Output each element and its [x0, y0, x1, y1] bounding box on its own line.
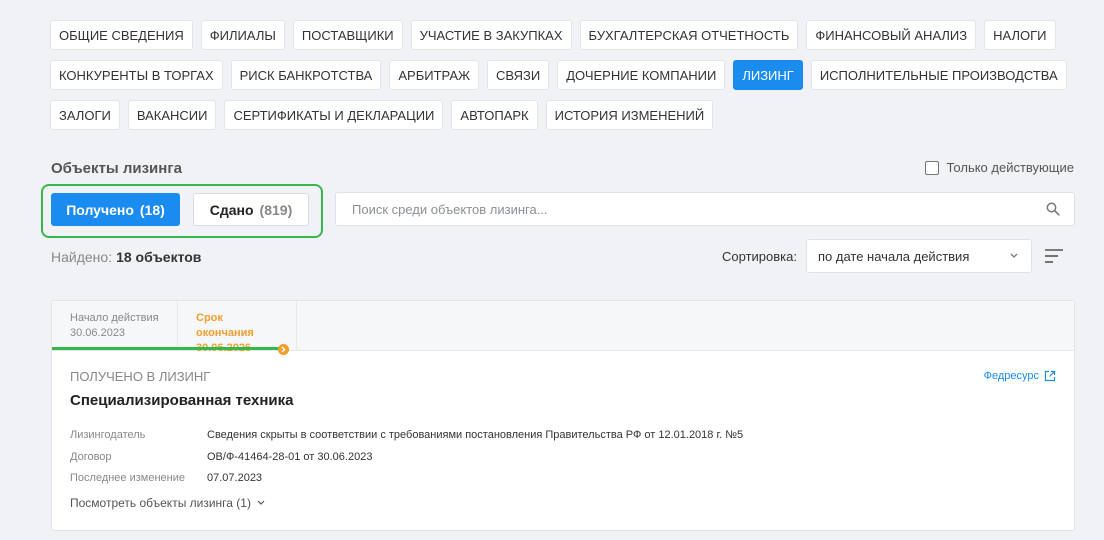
sort-label: Сортировка:	[722, 249, 797, 264]
detail-row: Последнее изменение 07.07.2023	[70, 468, 743, 490]
section-tabs: ОБЩИЕ СВЕДЕНИЯ ФИЛИАЛЫ ПОСТАВЩИКИ УЧАСТИ…	[50, 20, 1067, 140]
tab-procurement[interactable]: УЧАСТИЕ В ЗАКУПКАХ	[410, 20, 572, 50]
given-count: (819)	[259, 201, 293, 218]
card-date-tabs: Начало действия 30.06.2023 Срок окончани…	[52, 301, 1074, 355]
tab-taxes[interactable]: НАЛОГИ	[984, 20, 1056, 50]
tab-enforcement[interactable]: ИСПОЛНИТЕЛЬНЫЕ ПРОИЗВОДСТВА	[810, 60, 1067, 90]
chevron-down-icon	[257, 500, 265, 505]
tab-general[interactable]: ОБЩИЕ СВЕДЕНИЯ	[50, 20, 193, 50]
tab-suppliers[interactable]: ПОСТАВЩИКИ	[292, 20, 403, 50]
section-title: Объекты лизинга	[51, 160, 182, 177]
tab-financial-analysis[interactable]: ФИНАНСОВЫЙ АНАЛИЗ	[806, 20, 977, 50]
tab-bankruptcy-risk[interactable]: РИСК БАНКРОТСТВА	[230, 60, 382, 90]
chevron-down-icon	[1010, 253, 1018, 258]
sort-value: по дате начала действия	[818, 248, 970, 264]
tab-competitors[interactable]: КОНКУРЕНТЫ В ТОРГАХ	[50, 60, 223, 90]
timeline-progress	[52, 347, 282, 350]
received-count: (18)	[139, 201, 165, 218]
detail-row: Договор ОВ/Ф-41464-28-01 от 30.06.2023	[70, 447, 743, 469]
detail-key: Лизингодатель	[70, 429, 146, 441]
tab-accounting[interactable]: БУХГАЛТЕРСКАЯ ОТЧЕТНОСТЬ	[579, 20, 799, 50]
card-tab-end[interactable]: Срок окончания 30.06.2026	[178, 301, 297, 354]
external-link-icon	[1044, 370, 1056, 382]
tab-branches[interactable]: ФИЛИАЛЫ	[200, 20, 285, 50]
card-details: Лизингодатель Сведения скрыты в соответс…	[70, 425, 743, 490]
card-tab-start[interactable]: Начало действия 30.06.2023	[52, 301, 178, 351]
tab-row-2: КОНКУРЕНТЫ В ТОРГАХ РИСК БАНКРОТСТВА АРБ…	[50, 60, 1067, 90]
card-title: Специализированная техника	[70, 392, 294, 409]
leasing-card: Начало действия 30.06.2023 Срок окончани…	[51, 300, 1075, 531]
tab-leasing[interactable]: ЛИЗИНГ	[733, 60, 803, 90]
tab-row-3: ЗАЛОГИ ВАКАНСИИ СЕРТИФИКАТЫ И ДЕКЛАРАЦИИ…	[50, 100, 1060, 130]
found-value: 18 объектов	[116, 249, 202, 265]
leasing-search	[335, 192, 1075, 226]
detail-key: Последнее изменение	[70, 472, 186, 484]
sort-order-icon[interactable]	[1044, 248, 1064, 264]
fedresurs-link[interactable]: Федресурс	[984, 370, 1056, 382]
detail-key: Договор	[70, 450, 112, 463]
card-subtitle: ПОЛУЧЕНО В ЛИЗИНГ	[70, 369, 211, 384]
start-date: 30.06.2023	[70, 327, 126, 339]
found-label: Найдено:	[51, 249, 113, 265]
tab-change-history[interactable]: ИСТОРИЯ ИЗМЕНЕНИЙ	[545, 100, 714, 130]
only-active-filter[interactable]: Только действующие	[924, 160, 1075, 175]
tab-arbitration[interactable]: АРБИТРАЖ	[389, 60, 479, 90]
detail-row: Лизингодатель Сведения скрыты в соответс…	[70, 425, 743, 447]
fedresurs-label: Федресурс	[983, 370, 1039, 382]
tab-certificates[interactable]: СЕРТИФИКАТЫ И ДЕКЛАРАЦИИ	[224, 100, 444, 130]
found-count: Найдено: 18 объектов	[51, 249, 201, 265]
detail-value: Сведения скрыты в соответствии с требова…	[207, 429, 744, 441]
tab-fleet[interactable]: АВТОПАРК	[451, 100, 538, 130]
search-icon[interactable]	[1046, 202, 1060, 216]
end-label: Срок окончания	[196, 312, 254, 339]
start-label: Начало действия	[70, 312, 159, 324]
tab-pledges[interactable]: ЗАЛОГИ	[50, 100, 120, 130]
search-input[interactable]	[336, 193, 1026, 225]
tab-row-1: ОБЩИЕ СВЕДЕНИЯ ФИЛИАЛЫ ПОСТАВЩИКИ УЧАСТИ…	[50, 20, 1060, 50]
given-label: Сдано	[209, 201, 254, 218]
only-active-label: Только действующие	[946, 160, 1075, 175]
timeline-marker-icon	[278, 344, 289, 355]
tab-connections[interactable]: СВЯЗИ	[487, 60, 550, 90]
detail-value: ОВ/Ф-41464-28-01 от 30.06.2023	[207, 450, 373, 463]
received-label: Получено	[66, 201, 134, 218]
tab-subsidiaries[interactable]: ДОЧЕРНИЕ КОМПАНИИ	[557, 60, 726, 90]
detail-value: 07.07.2023	[207, 472, 263, 484]
tab-vacancies[interactable]: ВАКАНСИИ	[127, 100, 217, 130]
received-toggle-button[interactable]: Получено (18)	[51, 193, 180, 226]
view-more-label: Посмотреть объекты лизинга (1)	[70, 496, 251, 510]
view-leasing-objects-button[interactable]: Посмотреть объекты лизинга (1)	[70, 496, 265, 510]
only-active-checkbox[interactable]	[924, 160, 939, 175]
sort-select[interactable]: по дате начала действия	[806, 239, 1032, 273]
given-toggle-button[interactable]: Сдано (819)	[193, 193, 309, 226]
